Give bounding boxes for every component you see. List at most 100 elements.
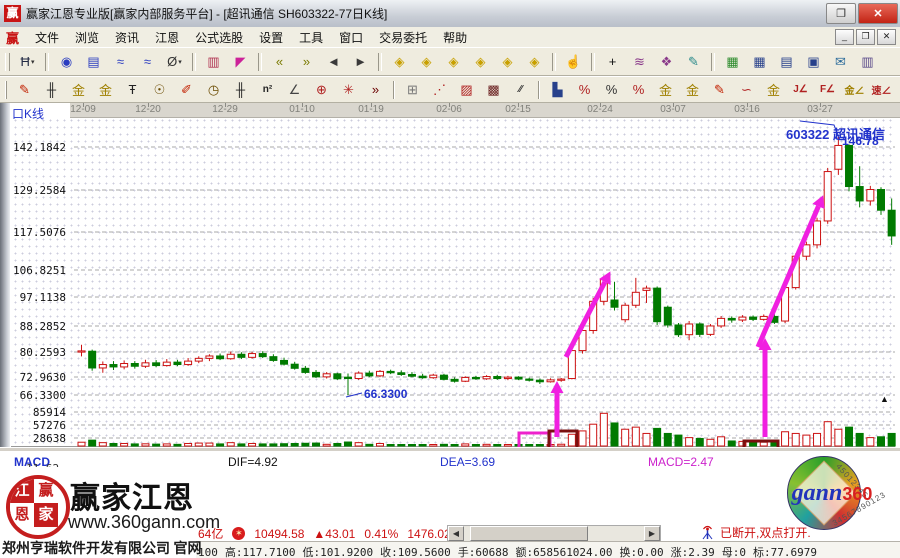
axis-label: 85914	[8, 406, 66, 419]
mdi-restore-button[interactable]: ❐	[856, 29, 875, 45]
fibo-comb-icon[interactable]: Ŧ	[120, 78, 145, 101]
mdi-minimize-button[interactable]: _	[835, 29, 854, 45]
app-logo-icon: 赢	[4, 5, 21, 22]
gann-arrow-cross-icon[interactable]: ◈	[522, 50, 547, 73]
f-line-icon[interactable]: F∠	[815, 78, 840, 101]
toolbar-grip[interactable]	[5, 53, 10, 71]
percent-icon[interactable]: %	[599, 78, 624, 101]
mail-icon[interactable]: ✉	[828, 50, 853, 73]
menu-items: 文件浏览资讯江恩公式选股设置工具窗口交易委托帮助	[27, 27, 475, 48]
calculator-icon[interactable]: ▦	[747, 50, 772, 73]
brand-name: 赢家江恩	[70, 473, 194, 517]
calendar-icon[interactable]: ▦	[720, 50, 745, 73]
more-icon[interactable]: »	[363, 78, 388, 101]
j-line-icon[interactable]: J∠	[788, 78, 813, 101]
spiral-icon[interactable]: ☉	[147, 78, 172, 101]
gann-arrow-left-icon[interactable]: ◈	[387, 50, 412, 73]
first-page-icon[interactable]: «	[267, 50, 292, 73]
axis-label: 80.2593	[8, 346, 66, 359]
gold-box-icon[interactable]: 金	[761, 78, 786, 101]
brush-icon[interactable]: ✐	[174, 78, 199, 101]
color-flag-icon[interactable]: ◤	[228, 50, 253, 73]
mdi-close-button[interactable]: ✕	[877, 29, 896, 45]
kstat-icon[interactable]: ▙	[545, 78, 570, 101]
n2-icon[interactable]: n²	[255, 78, 280, 101]
menu-item-4[interactable]: 公式选股	[187, 27, 251, 48]
next-icon[interactable]: ►	[348, 50, 373, 73]
comb2-icon[interactable]: ╫	[228, 78, 253, 101]
note-icon[interactable]: ▤	[774, 50, 799, 73]
menu-item-8[interactable]: 交易委托	[371, 27, 435, 48]
rays-icon[interactable]: ⋰	[427, 78, 452, 101]
cycle-icon[interactable]: ◷	[201, 78, 226, 101]
gold-line-icon[interactable]: 金	[680, 78, 705, 101]
menu-item-2[interactable]: 资讯	[107, 27, 147, 48]
menu-item-6[interactable]: 工具	[291, 27, 331, 48]
axis-label: 57276	[8, 419, 66, 432]
gold-grid-icon[interactable]: 金	[66, 78, 91, 101]
quote-field-1: 高:117.7100	[225, 546, 296, 558]
grid-comb-icon[interactable]: ╫	[39, 78, 64, 101]
toolbar-separator	[393, 81, 395, 99]
gann360-logo: 45012345 34567890123 gann360	[781, 454, 891, 534]
menu-item-9[interactable]: 帮助	[435, 27, 475, 48]
hatch-icon[interactable]: ∕∕	[508, 78, 533, 101]
crosshair-icon[interactable]: +	[600, 50, 625, 73]
menu-item-1[interactable]: 浏览	[67, 27, 107, 48]
target-icon[interactable]: ⊕	[309, 78, 334, 101]
order-icon[interactable]: ▥	[855, 50, 880, 73]
save-icon[interactable]: ▣	[801, 50, 826, 73]
horizontal-scrollbar[interactable]: ◀ ▶	[447, 525, 661, 542]
draw-pen-icon[interactable]: ✎	[12, 78, 37, 101]
scroll-left-button[interactable]: ◀	[448, 526, 464, 541]
menu-item-5[interactable]: 设置	[251, 27, 291, 48]
daily-quote-fields: 100高:117.7100低:101.9200收:109.5600手:60688…	[198, 544, 824, 558]
quote-field-5: 额:658561024.00	[515, 546, 612, 558]
percent-red-icon[interactable]: %	[572, 78, 597, 101]
gold-grid2-icon[interactable]: 金	[93, 78, 118, 101]
gann-arrow-h-icon[interactable]: ◈	[441, 50, 466, 73]
dynamic-board-icon[interactable]: ▥	[201, 50, 226, 73]
zoom-icon[interactable]: ◉	[54, 50, 79, 73]
date-label: 02-06	[436, 104, 462, 115]
web-box-dark-icon[interactable]: ▩	[481, 78, 506, 101]
box-grid-icon[interactable]: ⊞	[400, 78, 425, 101]
trend-small-icon[interactable]: ≈	[108, 50, 133, 73]
restore-button[interactable]: ❐	[826, 3, 856, 24]
menu-item-0[interactable]: 文件	[27, 27, 67, 48]
angle-pen-icon[interactable]: ∠	[282, 78, 307, 101]
hand-icon[interactable]: ☝	[561, 50, 586, 73]
gann-arrow-x-icon[interactable]: ◈	[468, 50, 493, 73]
period-icon[interactable]: Ħ▾	[15, 50, 40, 73]
menu-item-3[interactable]: 江恩	[147, 27, 187, 48]
wave-gold-icon[interactable]: ∽	[734, 78, 759, 101]
scroll-right-button[interactable]: ▶	[644, 526, 660, 541]
toolbar-separator	[45, 53, 49, 71]
axis-label: 66.3300	[8, 389, 66, 402]
magnet-icon[interactable]: Ø▾	[162, 50, 187, 73]
line-pen-icon[interactable]: ✎	[681, 50, 706, 73]
gold-angle-icon[interactable]: 金∠	[842, 78, 867, 101]
quote-list-icon[interactable]: ▤	[81, 50, 106, 73]
gann-arrow-right-icon[interactable]: ◈	[414, 50, 439, 73]
trend-small2-icon[interactable]: ≈	[135, 50, 160, 73]
percent-line-icon[interactable]: %	[626, 78, 651, 101]
toolbar-grip[interactable]	[5, 81, 7, 99]
ruler-icon[interactable]: ❖	[654, 50, 679, 73]
wave-mark-icon[interactable]: ≋	[627, 50, 652, 73]
red-pen-icon[interactable]: ✎	[707, 78, 732, 101]
win-tool-icon[interactable]: 赢	[896, 78, 900, 101]
quote-field-9: 标:77.6979	[753, 546, 817, 558]
gann-arrow-star-icon[interactable]: ◈	[495, 50, 520, 73]
antenna-icon	[700, 525, 715, 540]
scrollbar-thumb[interactable]	[470, 526, 588, 541]
last-page-icon[interactable]: »	[294, 50, 319, 73]
gold-circle-icon[interactable]: 金	[653, 78, 678, 101]
chart-grid-background	[12, 117, 894, 447]
menu-item-7[interactable]: 窗口	[331, 27, 371, 48]
close-button[interactable]: ✕	[858, 3, 898, 24]
starweb-icon[interactable]: ✳	[336, 78, 361, 101]
prev-icon[interactable]: ◄	[321, 50, 346, 73]
web-box-icon[interactable]: ▨	[454, 78, 479, 101]
speed-line-icon[interactable]: 速∠	[869, 78, 894, 101]
